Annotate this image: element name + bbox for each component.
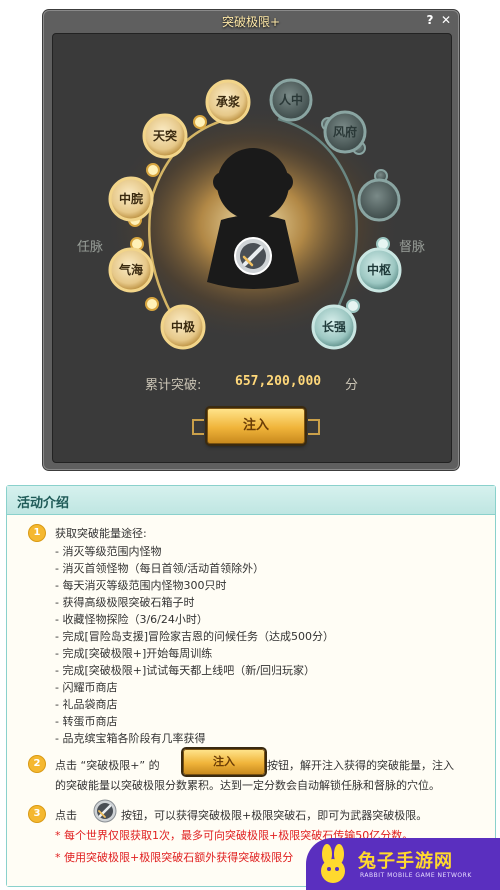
list-item: - 每天消灭等级范围内怪物300只时 bbox=[55, 579, 227, 592]
node-zhongwan[interactable]: 中脘 bbox=[109, 177, 153, 221]
node-label: 气海 bbox=[118, 263, 143, 277]
left-meridian-label: 任脉 bbox=[77, 240, 104, 255]
list-item: - 获得高级极限突破石箱子时 bbox=[55, 596, 195, 609]
node-tiantu[interactable]: 天突 bbox=[143, 114, 187, 158]
step-number-3: 3 bbox=[28, 805, 46, 823]
section2-text-after: 按钮，解开注入获得的突破能量，注入 bbox=[267, 759, 454, 772]
list-item: - 收藏怪物探险（3/6/24小时） bbox=[55, 613, 208, 626]
section2-text-before: 点击 “突破极限+” 的 bbox=[55, 759, 160, 772]
sword-icon bbox=[93, 799, 117, 823]
panel-title: 活动介绍 bbox=[17, 496, 70, 511]
node-label: 长强 bbox=[321, 320, 346, 334]
inject-button[interactable]: 注入 bbox=[192, 408, 320, 444]
list-item: - 完成[突破极限+]试试每天都上线吧（新/回归玩家） bbox=[55, 664, 315, 677]
node-label bbox=[357, 178, 401, 222]
list-item: - 完成[冒险岛支援]冒险家吉恩的问候任务（达成500分） bbox=[55, 630, 335, 643]
window-title: 突破极限+ bbox=[221, 15, 281, 29]
sword-center-icon[interactable] bbox=[234, 237, 272, 275]
node-chengjiang[interactable]: 承浆 bbox=[206, 80, 250, 124]
node-label: 中枢 bbox=[366, 263, 391, 277]
list-item: - 礼品袋商店 bbox=[55, 698, 118, 711]
list-item: - 完成[突破极限+]开始每周训练 bbox=[55, 647, 213, 660]
window-titlebar[interactable]: 突破极限+ ? ✕ bbox=[43, 10, 459, 32]
help-icon[interactable]: ? bbox=[423, 13, 437, 27]
node-label: 人中 bbox=[278, 93, 303, 107]
section1-heading: 获取突破能量途径: bbox=[55, 527, 147, 540]
node-renzhong[interactable]: 人中 bbox=[269, 78, 313, 122]
watermark-sub: RABBIT MOBILE GAME NETWORK bbox=[360, 872, 472, 879]
section3-text-before: 点击 bbox=[55, 809, 77, 822]
node-changqiang[interactable]: 长强 bbox=[312, 305, 356, 349]
right-meridian-label: 督脉 bbox=[399, 240, 426, 255]
watermark-name: 兔子手游网 bbox=[358, 851, 453, 872]
list-item: - 消灭等级范围内怪物 bbox=[55, 545, 162, 558]
node-label: 风府 bbox=[332, 125, 357, 139]
list-item: - 闪耀币商店 bbox=[55, 681, 118, 694]
node-zhongji[interactable]: 中极 bbox=[161, 305, 205, 349]
section3-text-after: 按钮，可以获得突破极限+极限突破石，即可为武器突破极限。 bbox=[121, 809, 428, 822]
watermark-logo: 兔子手游网 RABBIT MOBILE GAME NETWORK bbox=[306, 838, 500, 890]
node-label: 中极 bbox=[170, 320, 195, 334]
node-locked[interactable] bbox=[357, 178, 401, 222]
node-label: 中脘 bbox=[118, 192, 143, 206]
close-icon[interactable]: ✕ bbox=[439, 13, 453, 27]
step-number-2: 2 bbox=[28, 755, 46, 773]
rabbit-icon bbox=[321, 844, 345, 883]
list-item: - 转蛋币商店 bbox=[55, 715, 118, 728]
section2-line2: 的突破能量以突破极限分数累积。达到一定分数会自动解锁任脉和督脉的穴位。 bbox=[55, 779, 440, 792]
inline-inject-button: 注入 bbox=[183, 749, 265, 775]
section3-note2: * 使用突破极限+极限突破石额外获得突破极限分 bbox=[55, 851, 294, 864]
score-label: 累计突破: bbox=[145, 378, 202, 393]
step-number-1: 1 bbox=[28, 524, 46, 542]
breakthrough-window: 突破极限+ ? ✕ 承浆 天突 中脘 气海 中极 人中 风府 中枢 长强 任脉 … bbox=[43, 10, 459, 470]
node-label: 承浆 bbox=[215, 95, 240, 109]
meridian-stage: 承浆 天突 中脘 气海 中极 人中 风府 中枢 长强 任脉 督脉 累计突破: 6… bbox=[52, 33, 452, 463]
list-item: - 品克缤宝箱各阶段有几率获得 bbox=[55, 732, 206, 745]
panel-header: 活动介绍 bbox=[7, 486, 495, 515]
node-zhongshu[interactable]: 中枢 bbox=[357, 248, 401, 292]
node-label: 天突 bbox=[152, 129, 177, 143]
score-unit: 分 bbox=[345, 378, 359, 393]
activity-panel: 活动介绍 1 获取突破能量途径: - 消灭等级范围内怪物 - 消灭首领怪物（每日… bbox=[6, 485, 496, 887]
panel-body: 1 获取突破能量途径: - 消灭等级范围内怪物 - 消灭首领怪物（每日首领/活动… bbox=[7, 515, 495, 886]
node-fengfu[interactable]: 风府 bbox=[323, 110, 367, 154]
score-value: 657,200,000 bbox=[235, 374, 322, 389]
list-item: - 消灭首领怪物（每日首领/活动首领除外） bbox=[55, 562, 265, 575]
node-qihai[interactable]: 气海 bbox=[109, 248, 153, 292]
score-row: 累计突破: 657,200,000 分 bbox=[53, 374, 451, 394]
